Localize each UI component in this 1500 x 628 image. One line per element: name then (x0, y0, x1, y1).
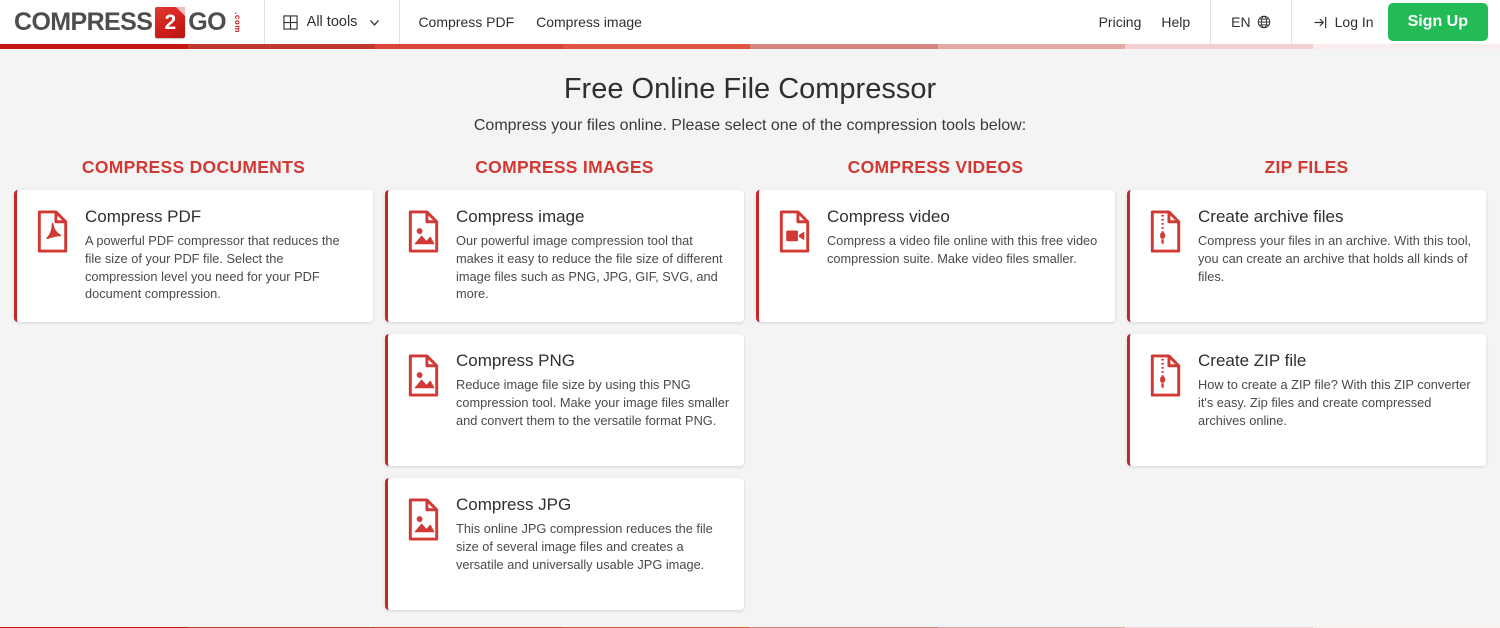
stripe-segment (187, 44, 375, 49)
all-tools-menu-button[interactable]: All tools (265, 0, 400, 44)
column-heading: COMPRESS DOCUMENTS (81, 157, 306, 178)
tool-card[interactable]: Compress JPG This online JPG compression … (385, 478, 744, 611)
tool-card-title: Compress PDF (85, 207, 202, 227)
stripe-segment (0, 44, 188, 49)
logo-text-tld: .com (232, 11, 242, 33)
stripe-segment (1312, 44, 1500, 49)
zip-file-icon (1148, 206, 1184, 304)
tool-card-title: Compress JPG (456, 495, 572, 515)
all-tools-label: All tools (306, 14, 358, 30)
tool-card-body: Compress image Our powerful image compres… (456, 206, 730, 304)
tool-card-title: Compress PNG (456, 351, 576, 371)
stripe-segment (562, 44, 750, 49)
column-heading: COMPRESS VIDEOS (847, 157, 1024, 178)
header-left: COMPRESS 2 GO .com All tools Compress PD… (0, 0, 660, 44)
logo-text-compress: COMPRESS (14, 7, 153, 36)
header-right: Pricing Help EN Log In Sign Up (1079, 0, 1500, 44)
header-nav-links: Compress PDF Compress image (400, 0, 660, 44)
logo-text-go: GO (188, 7, 226, 36)
logo-badge-number: 2 (164, 10, 177, 34)
tool-card[interactable]: Compress PDF A powerful PDF compressor th… (14, 190, 373, 323)
tool-card-title: Compress video (827, 207, 950, 227)
tool-card-description: How to create a ZIP file? With this ZIP … (1198, 377, 1471, 428)
tool-card-title: Compress image (456, 207, 585, 227)
image-file-icon (406, 350, 442, 448)
zip-file-icon (1148, 350, 1184, 448)
log-in-button[interactable]: Log In (1314, 14, 1374, 30)
nav-link-compress-pdf[interactable]: Compress PDF (418, 14, 514, 30)
tool-column: COMPRESS VIDEOS Compress video Compress a… (750, 157, 1121, 334)
tool-card-body: Compress PNG Reduce image file size by us… (456, 350, 730, 448)
tool-card-description: Compress a video file online with this f… (827, 233, 1098, 266)
site-logo[interactable]: COMPRESS 2 GO .com (0, 0, 264, 44)
tool-card-body: Compress PDF A powerful PDF compressor th… (85, 206, 359, 304)
tool-card[interactable]: Compress PNG Reduce image file size by us… (385, 334, 744, 467)
tool-card-title: Create ZIP file (1198, 351, 1307, 371)
tool-column: COMPRESS IMAGES Compress image Our powerf… (379, 157, 750, 622)
page-subtitle: Compress your files online. Please selec… (473, 117, 1027, 135)
language-label: EN (1231, 14, 1251, 30)
logo-badge-2: 2 (155, 6, 186, 38)
globe-icon (1257, 15, 1271, 29)
log-in-label: Log In (1334, 14, 1374, 30)
nav-link-pricing[interactable]: Pricing (1099, 14, 1142, 30)
tool-column: ZIP FILES Create archive files Compress y… (1121, 157, 1492, 478)
tool-card-body: Compress JPG This online JPG compression … (456, 494, 730, 592)
site-header: COMPRESS 2 GO .com All tools Compress PD… (0, 0, 1500, 44)
tool-card[interactable]: Compress video Compress a video file onli… (756, 190, 1115, 323)
tool-card-body: Create archive files Compress your files … (1198, 206, 1472, 304)
tool-card-description: This online JPG compression reduces the … (456, 521, 713, 572)
nav-link-compress-image[interactable]: Compress image (536, 14, 642, 30)
grid-icon (283, 14, 298, 30)
column-heading: ZIP FILES (1264, 157, 1349, 178)
tool-card-description: Compress your files in an archive. With … (1198, 233, 1472, 284)
top-gradient-stripe (0, 44, 1500, 49)
tool-card-body: Compress video Compress a video file onli… (827, 206, 1101, 304)
login-arrow-icon (1314, 16, 1329, 29)
main-content: Free Online File Compressor Compress you… (0, 49, 1500, 627)
tool-card[interactable]: Create ZIP file How to create a ZIP file?… (1127, 334, 1486, 467)
chevron-down-icon (366, 16, 381, 29)
page-title: Free Online File Compressor (563, 73, 937, 105)
video-file-icon (777, 206, 813, 304)
stripe-segment (937, 44, 1125, 49)
image-file-icon (406, 206, 442, 304)
tool-card-title: Create archive files (1198, 207, 1344, 227)
tool-card-description: Reduce image file size by using this PNG… (456, 377, 730, 428)
auth-area: Log In Sign Up (1292, 0, 1500, 44)
tool-card[interactable]: Create archive files Compress your files … (1127, 190, 1486, 323)
sign-up-button[interactable]: Sign Up (1387, 3, 1488, 41)
image-file-icon (406, 494, 442, 592)
language-selector[interactable]: EN (1211, 0, 1290, 44)
tool-columns: COMPRESS DOCUMENTS Compress PDF A powerfu… (0, 157, 1500, 622)
pdf-file-icon (35, 206, 71, 304)
column-heading: COMPRESS IMAGES (475, 157, 654, 178)
header-spacer (660, 0, 1079, 44)
tool-card[interactable]: Compress image Our powerful image compres… (385, 190, 744, 323)
tool-card-body: Create ZIP file How to create a ZIP file?… (1198, 350, 1472, 448)
tool-column: COMPRESS DOCUMENTS Compress PDF A powerfu… (8, 157, 379, 334)
stripe-segment (375, 44, 563, 49)
tool-card-description: Our powerful image compression tool that… (456, 233, 723, 302)
stripe-segment (1125, 44, 1313, 49)
stripe-segment (750, 44, 938, 49)
tool-card-description: A powerful PDF compressor that reduces t… (85, 233, 340, 302)
nav-link-help[interactable]: Help (1161, 14, 1190, 30)
header-secondary-links: Pricing Help (1079, 0, 1211, 44)
